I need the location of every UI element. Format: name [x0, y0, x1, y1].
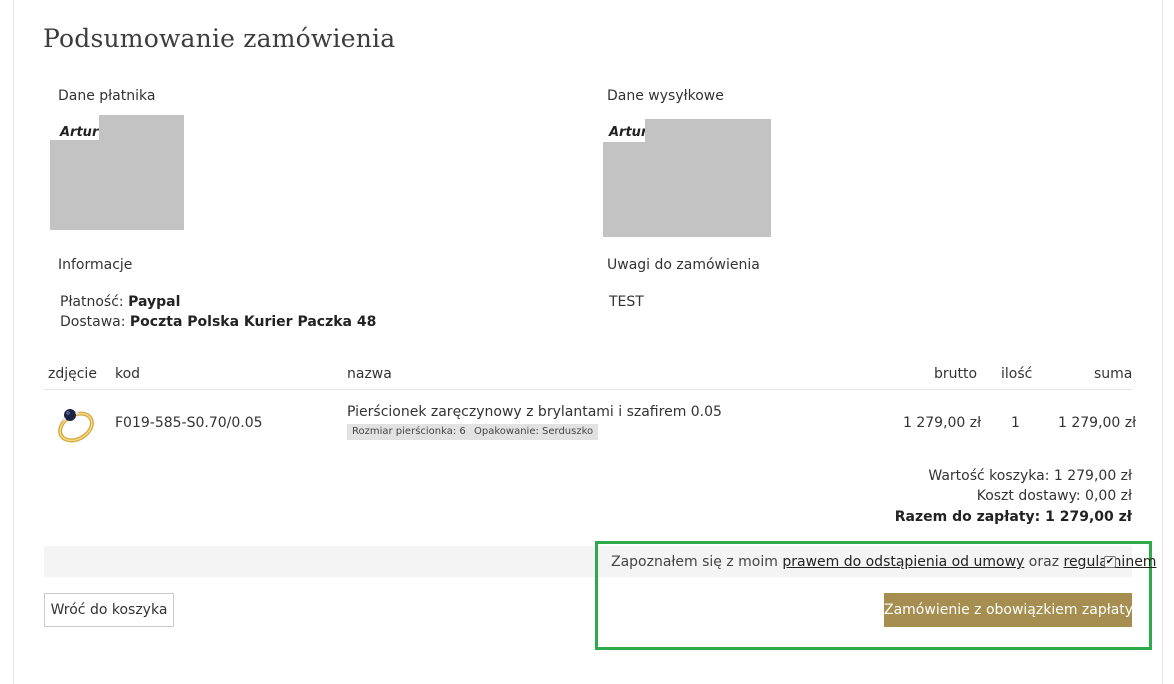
- cart-value: Wartość koszyka: 1 279,00 zł: [928, 468, 1132, 484]
- product-name[interactable]: Pierścionek zaręczynowy z brylantami i s…: [347, 404, 722, 420]
- table-header-divider: [44, 389, 1132, 390]
- payment-label: Płatność:: [60, 294, 124, 310]
- agreement-middle: oraz: [1024, 554, 1064, 570]
- payer-redaction: [50, 140, 184, 230]
- column-header-quantity: ilość: [1001, 366, 1033, 382]
- agreement-text: Zapoznałem się z moim prawem do odstąpie…: [611, 554, 1156, 570]
- column-header-photo: zdjęcie: [48, 366, 97, 382]
- shipping-redaction-top: [645, 119, 771, 143]
- product-total: 1 279,00 zł: [1058, 415, 1137, 431]
- product-tag-ring-size: Rozmiar pierścionka: 6: [347, 424, 471, 440]
- withdrawal-right-link[interactable]: prawem do odstąpienia od umowy: [782, 554, 1024, 570]
- place-order-button[interactable]: Zamówienie z obowiązkiem zapłaty.: [884, 593, 1136, 627]
- agreement-prefix: Zapoznałem się z moim: [611, 554, 783, 570]
- shipping-section-label: Dane wysyłkowe: [607, 88, 724, 104]
- back-to-cart-button[interactable]: Wróć do koszyka: [44, 593, 174, 627]
- order-notes-label: Uwagi do zamówienia: [607, 257, 760, 273]
- delivery-label: Dostawa:: [60, 314, 126, 330]
- order-total: Razem do zapłaty: 1 279,00 zł: [894, 509, 1132, 525]
- payment-value: Paypal: [128, 294, 181, 310]
- payer-section-label: Dane płatnika: [58, 88, 156, 104]
- page-title: Podsumowanie zamówienia: [43, 24, 396, 53]
- product-ring-image[interactable]: [52, 401, 100, 445]
- product-gross-price: 1 279,00 zł: [903, 415, 982, 431]
- agreement-checkbox[interactable]: ✔: [1104, 556, 1116, 568]
- shipping-name: Artur: [609, 125, 648, 140]
- delivery-cost: Koszt dostawy: 0,00 zł: [976, 488, 1132, 504]
- shipping-redaction: [603, 142, 771, 237]
- payer-name: Artur: [60, 125, 99, 140]
- payer-redaction-top: [99, 115, 184, 141]
- information-section-label: Informacje: [58, 257, 133, 273]
- product-quantity: 1: [1011, 415, 1020, 431]
- column-header-gross: brutto: [934, 366, 978, 382]
- product-tag-packaging: Opakowanie: Serduszko: [469, 424, 599, 440]
- order-notes-value: TEST: [609, 294, 644, 310]
- payment-method-line: Płatność: Paypal: [60, 294, 180, 310]
- product-code: F019-585-S0.70/0.05: [115, 415, 263, 431]
- delivery-value: Poczta Polska Kurier Paczka 48: [129, 314, 377, 330]
- delivery-method-line: Dostawa: Poczta Polska Kurier Paczka 48: [60, 314, 376, 330]
- column-header-code: kod: [115, 366, 141, 382]
- column-header-total: suma: [1094, 366, 1133, 382]
- column-header-name: nazwa: [347, 366, 392, 382]
